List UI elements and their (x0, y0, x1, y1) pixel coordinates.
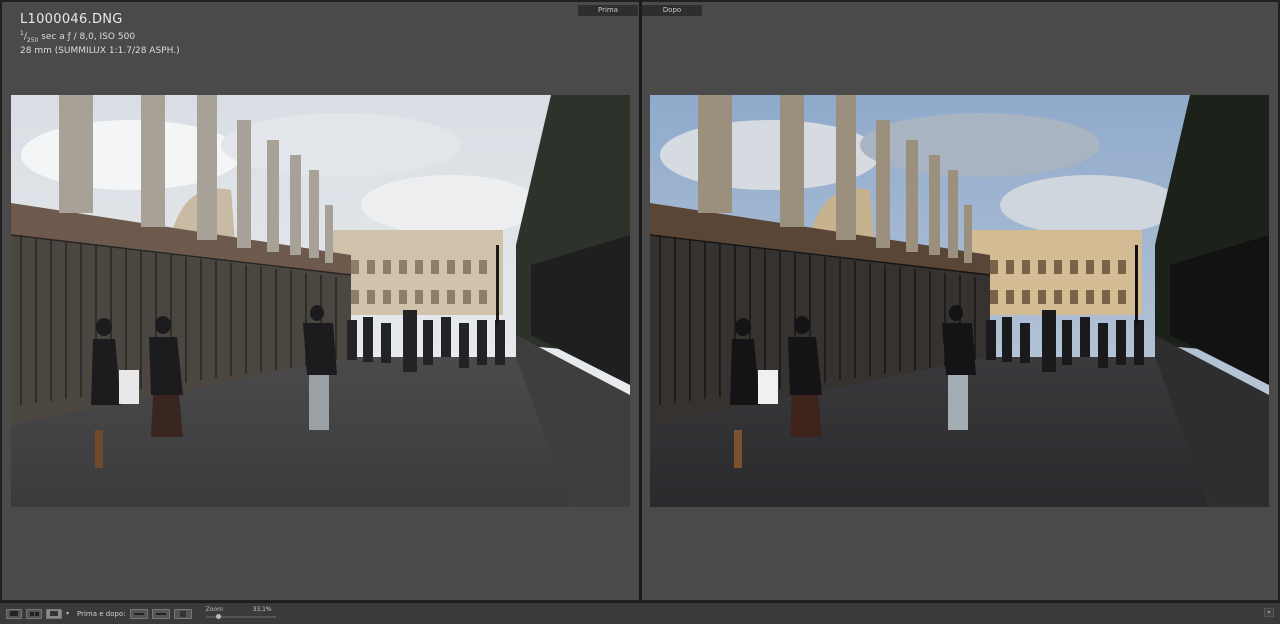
before-photo[interactable] (11, 95, 630, 507)
zoom-control: Zoom 33,1% (205, 605, 276, 622)
zoom-label: Zoom (205, 605, 223, 613)
before-pane: Prima L1000046.DNG 1/250 sec a ƒ / 8,0, … (2, 2, 639, 600)
zoom-slider-thumb[interactable] (216, 613, 222, 619)
compare-view-button[interactable] (46, 608, 62, 619)
after-photo[interactable] (650, 95, 1269, 507)
tab-after[interactable]: Dopo (642, 5, 702, 16)
before-after-label: Prima e dopo: (77, 609, 126, 618)
before-photo-image (11, 95, 630, 507)
photo-filename: L1000046.DNG (20, 12, 123, 27)
after-photo-image (650, 95, 1269, 507)
toolbar-menu-icon[interactable]: ▾ (1264, 608, 1274, 617)
exposure-info: 1/250 sec a ƒ / 8,0, ISO 500 (20, 30, 136, 44)
view-mode-dropdown-icon[interactable]: ▾ (66, 610, 69, 617)
swap-before-after-button[interactable] (173, 608, 192, 619)
after-pane: Dopo (642, 2, 1278, 600)
lens-info: 28 mm (SUMMILUX 1:1.7/28 ASPH.) (20, 45, 180, 56)
lightroom-compare-view: Prima L1000046.DNG 1/250 sec a ƒ / 8,0, … (0, 0, 1280, 624)
copy-before-settings-button[interactable] (129, 608, 148, 619)
loupe-view-button[interactable] (6, 608, 22, 619)
tab-before[interactable]: Prima (578, 5, 638, 16)
copy-after-settings-button[interactable] (151, 608, 170, 619)
shutter-numerator: 1 (20, 30, 24, 37)
photo-info: L1000046.DNG 1/250 sec a ƒ / 8,0, ISO 50… (20, 12, 180, 57)
bottom-toolbar: ▾ Prima e dopo: Zoom 33,1% ▾ (0, 602, 1280, 624)
shutter-denominator: 250 (26, 36, 39, 44)
grid-view-button[interactable] (26, 608, 42, 619)
zoom-value: 33,1% (252, 605, 272, 613)
exposure-rest: sec a ƒ / 8,0, ISO 500 (38, 32, 136, 42)
